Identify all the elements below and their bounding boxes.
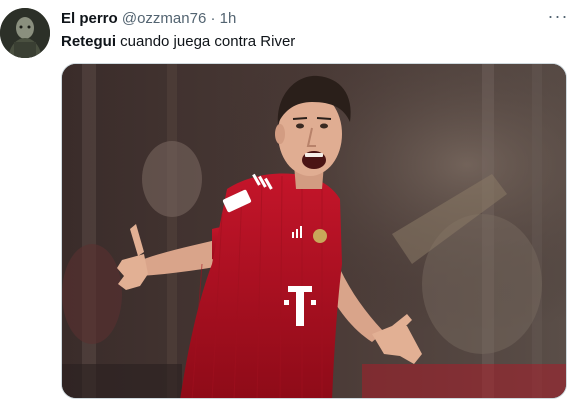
tweet-text-bold: Retegui (61, 33, 117, 50)
timestamp[interactable]: 1h (220, 10, 237, 27)
author-handle[interactable]: @ozzman76 (122, 10, 206, 27)
tweet-text: Retegui cuando juega contra River (61, 32, 295, 51)
avatar-image (0, 8, 50, 58)
tweet-media[interactable] (61, 63, 567, 399)
separator: · (210, 10, 216, 27)
author-name[interactable]: El perro (61, 10, 118, 27)
tweet-text-rest: cuando juega contra River (116, 33, 296, 50)
photo-celebrating-player (62, 64, 566, 398)
tweet-card[interactable]: El perro @ozzman76 · 1h ··· Retegui cuan… (0, 0, 575, 405)
avatar[interactable] (0, 8, 50, 58)
tweet-header: El perro @ozzman76 · 1h (61, 10, 236, 28)
ellipsis-icon[interactable]: ··· (546, 7, 570, 29)
